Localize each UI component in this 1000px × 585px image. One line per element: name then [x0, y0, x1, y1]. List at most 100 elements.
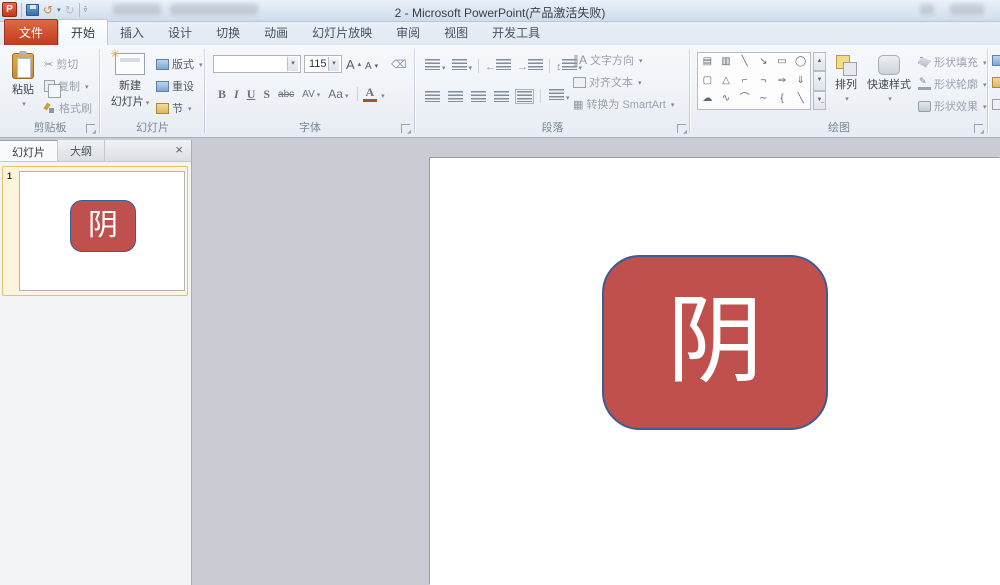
gallery-scroll-down-icon[interactable]: ▼: [813, 71, 826, 90]
tab-slides-thumbnails[interactable]: 幻灯片: [0, 140, 58, 161]
shape-cloud-icon[interactable]: ☁: [698, 90, 717, 109]
shape-elbow-connector-icon[interactable]: ⌐: [735, 72, 754, 91]
grow-font-button[interactable]: A▴: [346, 55, 361, 73]
font-size-combobox[interactable]: 115 ▾: [304, 55, 342, 73]
new-slide-button[interactable]: 新建 幻灯片: [108, 53, 152, 109]
quick-styles-button[interactable]: 快速样式: [864, 55, 914, 104]
new-slide-dropdown-icon[interactable]: [144, 96, 150, 108]
gallery-more-icon[interactable]: ▼̲: [813, 91, 826, 110]
character-spacing-dropdown-icon[interactable]: [315, 89, 321, 100]
numbering-button[interactable]: [452, 59, 473, 73]
shape-outline-dropdown-icon[interactable]: [981, 78, 987, 90]
text-direction-dropdown-icon[interactable]: [637, 54, 643, 66]
shrink-font-button[interactable]: A▾: [365, 57, 378, 75]
convert-smartart-button[interactable]: ▦ 转换为 SmartArt: [573, 95, 674, 113]
italic-button[interactable]: I: [231, 86, 242, 103]
slide-canvas[interactable]: 阴: [430, 158, 1000, 585]
replace-icon[interactable]: [992, 77, 1000, 88]
shape-oval-icon[interactable]: ◯: [791, 53, 810, 72]
tab-slideshow[interactable]: 幻灯片放映: [300, 20, 384, 45]
tab-transitions[interactable]: 切换: [204, 20, 252, 45]
change-case-button[interactable]: Aa: [325, 86, 351, 102]
tab-developer[interactable]: 开发工具: [480, 20, 552, 45]
cut-button[interactable]: ✂ 剪切: [44, 55, 78, 73]
slide-thumbnail[interactable]: 阴: [19, 171, 185, 291]
justify-button[interactable]: [494, 91, 509, 102]
tab-insert[interactable]: 插入: [108, 20, 156, 45]
select-icon[interactable]: [992, 99, 1000, 110]
shape-rounded-rectangle-icon[interactable]: ▢: [698, 72, 717, 91]
reset-button[interactable]: 重设: [156, 77, 194, 95]
text-direction-button[interactable]: ∥A 文字方向: [573, 51, 643, 69]
tab-file[interactable]: 文件: [4, 19, 58, 45]
shape-effects-button[interactable]: 形状效果: [918, 97, 987, 115]
drawing-dialog-launcher-icon[interactable]: [974, 124, 983, 133]
paste-button[interactable]: 粘贴: [6, 53, 40, 109]
font-color-dropdown-icon[interactable]: [379, 85, 385, 103]
shape-effects-dropdown-icon[interactable]: [981, 100, 987, 112]
copy-dropdown-icon[interactable]: [83, 80, 89, 92]
align-right-button[interactable]: [471, 91, 486, 102]
section-button[interactable]: 节: [156, 99, 192, 117]
shape-down-arrow-icon[interactable]: ⇓: [791, 72, 810, 91]
shape-brace-icon[interactable]: {: [773, 90, 792, 109]
arrange-button[interactable]: 排列: [830, 55, 862, 104]
shape-fill-button[interactable]: 形状填充: [918, 53, 987, 71]
tab-design[interactable]: 设计: [156, 20, 204, 45]
strikethrough-button[interactable]: abc: [275, 88, 297, 101]
shape-textbox-icon[interactable]: ▤: [698, 53, 717, 72]
close-panel-icon[interactable]: ×: [167, 140, 191, 161]
section-dropdown-icon[interactable]: [186, 102, 192, 114]
font-name-combobox[interactable]: ▾: [213, 55, 301, 73]
shape-triangle-icon[interactable]: △: [717, 72, 736, 91]
slide-thumbnail-selected[interactable]: 1 阴: [2, 166, 188, 296]
tab-view[interactable]: 视图: [432, 20, 480, 45]
align-text-button[interactable]: 对齐文本: [573, 73, 642, 91]
copy-button[interactable]: 复制: [44, 77, 89, 95]
clear-formatting-button[interactable]: ⌫: [391, 55, 407, 73]
layout-button[interactable]: 版式: [156, 55, 203, 73]
underline-button[interactable]: U: [244, 86, 259, 103]
shape-arc-icon[interactable]: ⌒: [735, 90, 754, 109]
change-case-dropdown-icon[interactable]: [343, 87, 349, 101]
shape-right-arrow-icon[interactable]: ⇒: [773, 72, 792, 91]
rounded-rectangle-shape[interactable]: 阴: [602, 255, 828, 430]
numbering-dropdown-icon[interactable]: [467, 61, 473, 73]
tab-outline[interactable]: 大纲: [58, 140, 105, 161]
quick-styles-dropdown-icon[interactable]: [886, 92, 892, 104]
shape-line-icon[interactable]: ╲: [735, 53, 754, 72]
layout-dropdown-icon[interactable]: [197, 58, 203, 70]
tab-home[interactable]: 开始: [58, 19, 108, 45]
shape-elbow-arrow-icon[interactable]: ¬: [754, 72, 773, 91]
bold-button[interactable]: B: [215, 86, 229, 103]
gallery-scroll-up-icon[interactable]: ▲: [813, 52, 826, 71]
shape-fill-dropdown-icon[interactable]: [981, 56, 987, 68]
shape-rectangle-icon[interactable]: ▭: [773, 53, 792, 72]
tab-animations[interactable]: 动画: [252, 20, 300, 45]
shape-gallery[interactable]: ▤ ▥ ╲ ↘ ▭ ◯ ▢ △ ⌐ ¬ ⇒ ⇓ ☁ ∿ ⌒ ∼ { ╲: [697, 52, 811, 110]
increase-indent-button[interactable]: →: [517, 59, 543, 73]
font-dialog-launcher-icon[interactable]: [401, 124, 410, 133]
shape-freeform-icon[interactable]: ∿: [717, 90, 736, 109]
smartart-dropdown-icon[interactable]: [669, 98, 675, 110]
shape-arrow-icon[interactable]: ↘: [754, 53, 773, 72]
shape-line2-icon[interactable]: ╲: [791, 90, 810, 109]
find-icon[interactable]: [992, 55, 1000, 66]
distribute-button[interactable]: [517, 91, 532, 102]
columns-dropdown-icon[interactable]: [564, 91, 570, 103]
arrange-dropdown-icon[interactable]: [843, 92, 849, 104]
columns-button[interactable]: [549, 89, 570, 103]
text-shadow-button[interactable]: S: [260, 86, 273, 103]
clipboard-dialog-launcher-icon[interactable]: [86, 124, 95, 133]
tab-review[interactable]: 审阅: [384, 20, 432, 45]
character-spacing-button[interactable]: AV: [299, 88, 323, 101]
align-left-button[interactable]: [425, 91, 440, 102]
shape-curve-icon[interactable]: ∼: [754, 90, 773, 109]
font-name-dropdown-icon[interactable]: ▾: [287, 57, 298, 71]
decrease-indent-button[interactable]: ←: [485, 59, 511, 73]
align-text-dropdown-icon[interactable]: [636, 76, 642, 88]
paste-dropdown-icon[interactable]: [20, 97, 26, 109]
paragraph-dialog-launcher-icon[interactable]: [677, 124, 686, 133]
font-color-button[interactable]: A: [363, 86, 378, 102]
align-center-button[interactable]: [448, 91, 463, 102]
